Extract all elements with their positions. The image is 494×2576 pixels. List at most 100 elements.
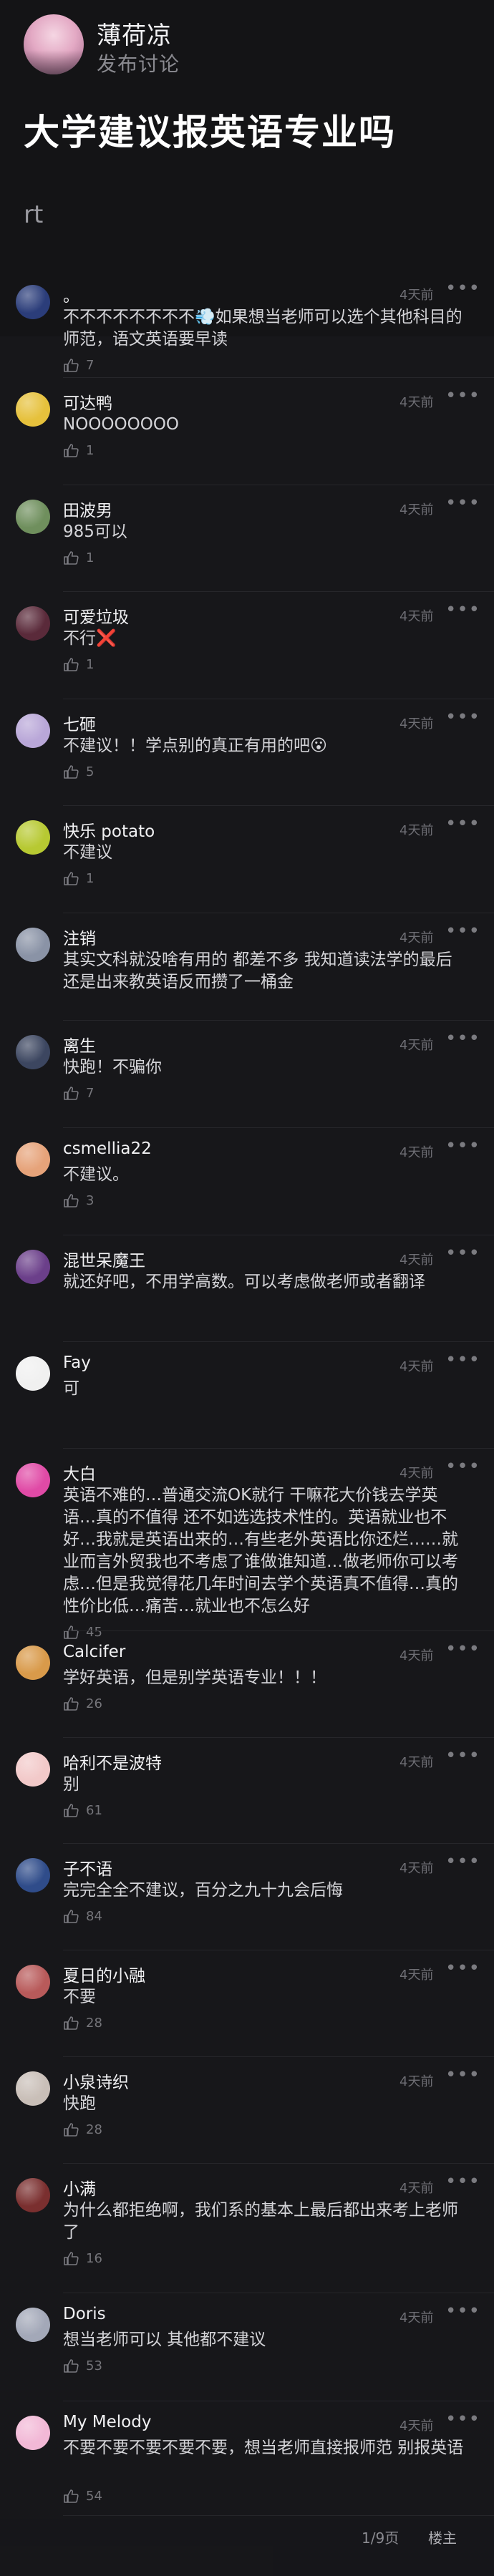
like-button[interactable]: 28 [63, 2121, 102, 2137]
commenter-avatar[interactable] [16, 1250, 50, 1284]
more-options-icon[interactable]: ••• [445, 1851, 480, 1872]
commenter-avatar[interactable] [16, 392, 50, 427]
like-button[interactable]: 16 [63, 2250, 102, 2266]
more-options-icon[interactable]: ••• [445, 599, 480, 621]
commenter-name[interactable]: Fay [63, 1353, 91, 1372]
comment-item[interactable]: 七砸 4天前 ••• 不建议！！学点别的真正有用的吧😮 5 [0, 699, 494, 806]
comment-item[interactable]: 快乐 potato 4天前 ••• 不建议 1 [0, 806, 494, 913]
more-options-icon[interactable]: ••• [445, 1745, 480, 1766]
more-options-icon[interactable]: ••• [445, 1638, 480, 1660]
comment-item[interactable]: 混世呆魔王 4天前 ••• 就还好吧，不用学高数。可以考虑做老师或者翻译 [0, 1235, 494, 1342]
like-button[interactable]: 26 [63, 1695, 102, 1711]
comment-item[interactable]: 子不语 4天前 ••• 完完全全不建议，百分之九十九会后悔 84 [0, 1844, 494, 1950]
more-options-icon[interactable]: ••• [445, 1349, 480, 1371]
commenter-name[interactable]: 田波男 [63, 497, 112, 521]
like-button[interactable]: 61 [63, 1802, 102, 1818]
commenter-avatar[interactable] [16, 285, 50, 319]
commenter-name[interactable]: 可达鸭 [63, 389, 112, 414]
more-options-icon[interactable]: ••• [445, 2171, 480, 2192]
comment-item[interactable]: Doris 4天前 ••• 想当老师可以 其他都不建议 53 [0, 2293, 494, 2401]
commenter-avatar[interactable] [16, 606, 50, 641]
more-options-icon[interactable]: ••• [445, 492, 480, 514]
more-options-icon[interactable]: ••• [445, 813, 480, 835]
commenter-name[interactable]: 夏日的小融 [63, 1962, 145, 1986]
commenter-name[interactable]: 大白 [63, 1460, 96, 1484]
like-button[interactable]: 1 [63, 549, 94, 565]
more-options-icon[interactable]: ••• [445, 1243, 480, 1264]
commenter-avatar[interactable] [16, 820, 50, 855]
commenter-avatar[interactable] [16, 1646, 50, 1680]
more-options-icon[interactable]: ••• [445, 2300, 480, 2322]
comment-item[interactable]: Calcifer 4天前 ••• 学好英语，但是别学英语专业！！！ 26 [0, 1631, 494, 1738]
commenter-avatar[interactable] [16, 500, 50, 534]
like-button[interactable]: 3 [63, 1192, 94, 1208]
commenter-name[interactable]: 子不语 [63, 1855, 112, 1880]
comment-item[interactable]: 离生 4天前 ••• 快跑！不骗你 7 [0, 1021, 494, 1128]
commenter-name[interactable]: 可爱垃圾 [63, 603, 129, 628]
comment-item[interactable]: My Melody 4天前 ••• 不要不要不要不要不要，想当老师直接报师范 别报英语… [0, 2401, 494, 2516]
comment-item[interactable]: 可爱垃圾 4天前 ••• 不行❌ 1 [0, 592, 494, 699]
commenter-avatar[interactable] [16, 1035, 50, 1069]
commenter-avatar[interactable] [16, 1752, 50, 1787]
more-options-icon[interactable]: ••• [445, 1028, 480, 1049]
more-options-icon[interactable]: ••• [445, 1135, 480, 1157]
comment-item[interactable]: 夏日的小融 4天前 ••• 不要 28 [0, 1950, 494, 2057]
like-button[interactable]: 53 [63, 2357, 102, 2373]
like-button[interactable]: 28 [63, 2014, 102, 2031]
commenter-avatar[interactable] [16, 1965, 50, 1999]
comment-item[interactable]: 小满 4天前 ••• 为什么都拒绝啊，我们系的基本上最后都出来考上老师了 16 [0, 2164, 494, 2293]
comment-item[interactable]: 可达鸭 4天前 ••• NOOOOOOOO 1 [0, 378, 494, 485]
commenter-avatar[interactable] [16, 714, 50, 748]
commenter-name[interactable]: 快乐 potato [63, 817, 155, 842]
page-indicator[interactable]: 1/9页 [362, 2527, 399, 2547]
comment-item[interactable]: Fay 4天前 ••• 可 [0, 1342, 494, 1449]
commenter-avatar[interactable] [16, 2308, 50, 2342]
like-button[interactable]: 7 [63, 356, 94, 373]
commenter-name[interactable]: 七砸 [63, 711, 96, 735]
like-button[interactable]: 5 [63, 763, 94, 779]
commenter-avatar[interactable] [16, 1858, 50, 1892]
commenter-avatar[interactable] [16, 928, 50, 962]
commenter-name[interactable]: 。 [63, 282, 79, 306]
author-only-button[interactable]: 楼主 [428, 2527, 457, 2547]
comment-item[interactable]: 大白 4天前 ••• 英语不难的…普通交流OK就行 干嘛花大价钱去学英语…真的不值得 … [0, 1449, 494, 1640]
author-name[interactable]: 薄荷凉 [97, 16, 172, 51]
more-options-icon[interactable]: ••• [445, 278, 480, 299]
commenter-avatar[interactable] [16, 1463, 50, 1497]
comment-item[interactable]: csmellia22 4天前 ••• 不建议。 3 [0, 1128, 494, 1235]
comment-item[interactable]: 注销 4天前 ••• 其实文科就没啥有用的 都差不多 我知道读法学的最后还是出来教英语… [0, 913, 494, 1021]
like-button[interactable]: 1 [63, 656, 94, 672]
like-button[interactable]: 1 [63, 442, 94, 458]
commenter-name[interactable]: My Melody [63, 2413, 151, 2431]
more-options-icon[interactable]: ••• [445, 706, 480, 728]
like-button[interactable]: 7 [63, 1084, 94, 1101]
author-avatar[interactable] [24, 14, 84, 74]
commenter-name[interactable]: 注销 [63, 925, 96, 949]
more-options-icon[interactable]: ••• [445, 2409, 480, 2430]
commenter-name[interactable]: csmellia22 [63, 1139, 152, 1158]
commenter-name[interactable]: 混世呆魔王 [63, 1247, 145, 1271]
commenter-avatar[interactable] [16, 2071, 50, 2106]
commenter-name[interactable]: 小泉诗织 [63, 2069, 129, 2093]
commenter-name[interactable]: 哈利不是波特 [63, 1749, 162, 1774]
more-options-icon[interactable]: ••• [445, 1456, 480, 1477]
like-button[interactable]: 84 [63, 1907, 102, 1924]
commenter-avatar[interactable] [16, 1142, 50, 1177]
commenter-avatar[interactable] [16, 2416, 50, 2450]
comment-item[interactable]: 哈利不是波特 4天前 ••• 别 61 [0, 1738, 494, 1844]
like-button[interactable]: 1 [63, 870, 94, 886]
more-options-icon[interactable]: ••• [445, 920, 480, 942]
comment-item[interactable]: 田波男 4天前 ••• 985可以 1 [0, 485, 494, 592]
more-options-icon[interactable]: ••• [445, 385, 480, 407]
commenter-name[interactable]: Doris [63, 2305, 106, 2323]
commenter-avatar[interactable] [16, 1356, 50, 1391]
commenter-name[interactable]: Calcifer [63, 1643, 125, 1661]
commenter-name[interactable]: 小满 [63, 2175, 96, 2200]
more-options-icon[interactable]: ••• [445, 1958, 480, 1979]
like-button[interactable]: 54 [63, 2487, 102, 2504]
comment-item[interactable]: 小泉诗织 4天前 ••• 快跑 28 [0, 2057, 494, 2164]
more-options-icon[interactable]: ••• [445, 2064, 480, 2086]
comment-item[interactable]: 。 4天前 ••• 不不不不不不不不💨如果想当老师可以选个其他科目的师范，语文英语要早… [0, 271, 494, 378]
commenter-name[interactable]: 离生 [63, 1032, 96, 1056]
commenter-avatar[interactable] [16, 2178, 50, 2212]
